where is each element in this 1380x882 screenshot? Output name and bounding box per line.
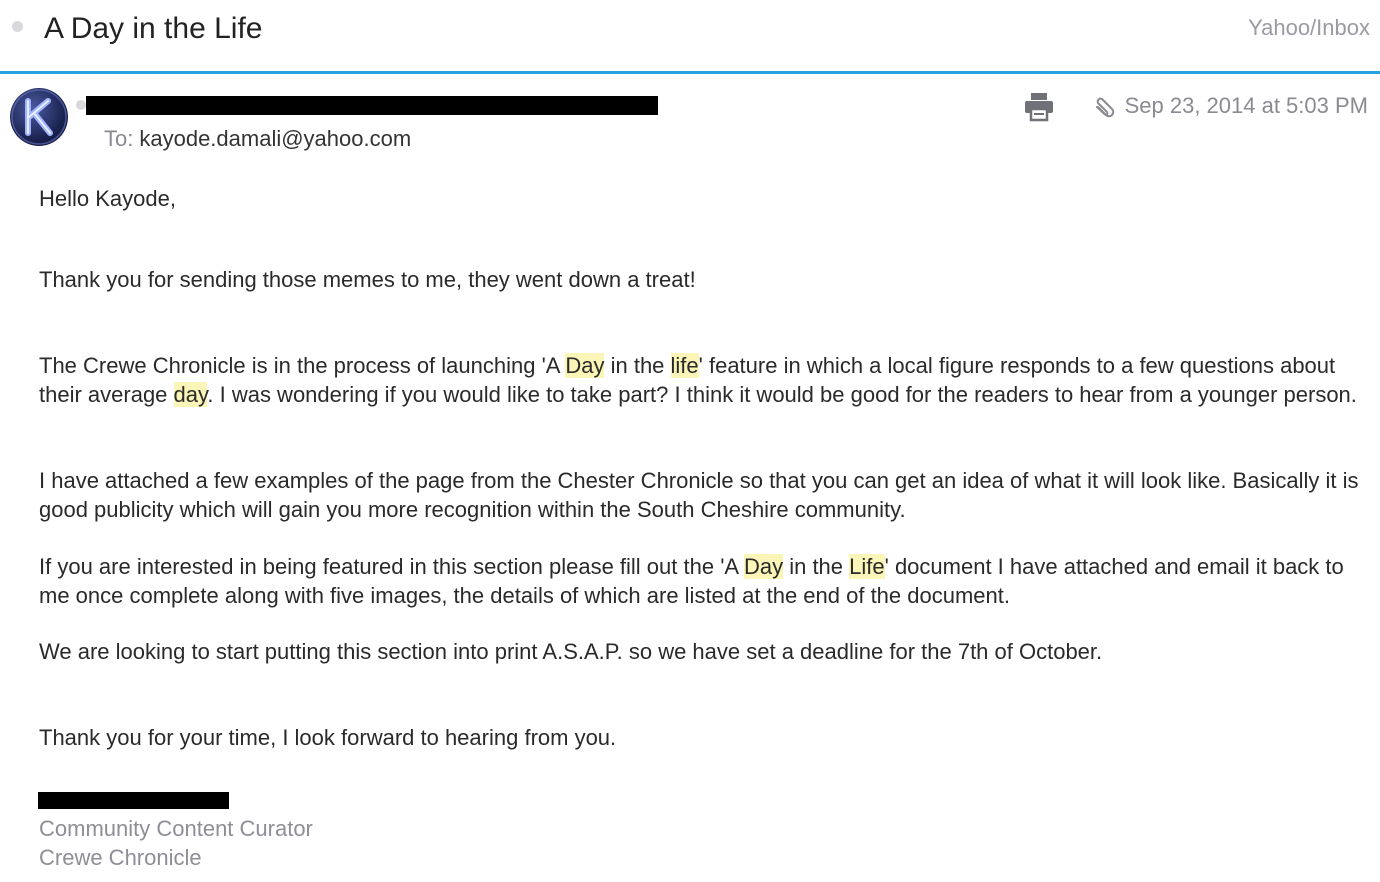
closing-line: Thank you for your time, I look forward …: [39, 725, 617, 750]
message-subject: A Day in the Life: [44, 12, 263, 45]
sender-name-redacted[interactable]: [86, 96, 658, 115]
recipient-address[interactable]: kayode.damali@yahoo.com: [139, 126, 411, 151]
signature-name-redacted: [38, 792, 229, 809]
to-label: To:: [104, 126, 134, 151]
signature-organization: Crewe Chronicle: [39, 845, 202, 870]
body-paragraph-4: If you are interested in being featured …: [39, 552, 1369, 610]
search-highlight: life: [670, 353, 699, 378]
body-paragraph-1: Thank you for sending those memes to me,…: [39, 267, 696, 292]
body-paragraph-2: The Crewe Chronicle is in the process of…: [39, 351, 1369, 409]
text-run: . I was wondering if you would like to t…: [207, 382, 1357, 407]
sender-avatar[interactable]: [10, 88, 68, 146]
email-view: A Day in the Life Yahoo/Inbox To: kayode.…: [0, 0, 1380, 882]
message-date: Sep 23, 2014 at 5:03 PM: [1124, 93, 1368, 118]
text-run: in the: [604, 353, 671, 378]
presence-dot: [76, 100, 86, 110]
unread-indicator[interactable]: [12, 21, 23, 32]
text-run: If you are interested in being featured …: [39, 554, 744, 579]
search-highlight: Life: [849, 554, 885, 579]
recipient-line: To: kayode.damali@yahoo.com: [104, 126, 411, 152]
message-header: A Day in the Life Yahoo/Inbox: [0, 0, 1380, 72]
attachment-icon[interactable]: [1090, 95, 1118, 123]
greeting: Hello Kayode,: [39, 186, 176, 211]
search-highlight: Day: [565, 353, 605, 378]
body-paragraph-5: We are looking to start putting this sec…: [39, 639, 1103, 664]
print-icon[interactable]: [1023, 92, 1055, 122]
body-paragraph-3: I have attached a few examples of the pa…: [39, 468, 1359, 522]
search-highlight: day: [173, 382, 208, 407]
folder-breadcrumb[interactable]: Yahoo/Inbox: [1248, 15, 1370, 41]
text-run: in the: [783, 554, 850, 579]
search-highlight: Day: [743, 554, 784, 579]
signature-title: Community Content Curator: [39, 816, 313, 841]
avatar-letter-icon: [11, 89, 67, 145]
text-run: The Crewe Chronicle is in the process of…: [39, 353, 566, 378]
header-divider: [0, 71, 1380, 74]
